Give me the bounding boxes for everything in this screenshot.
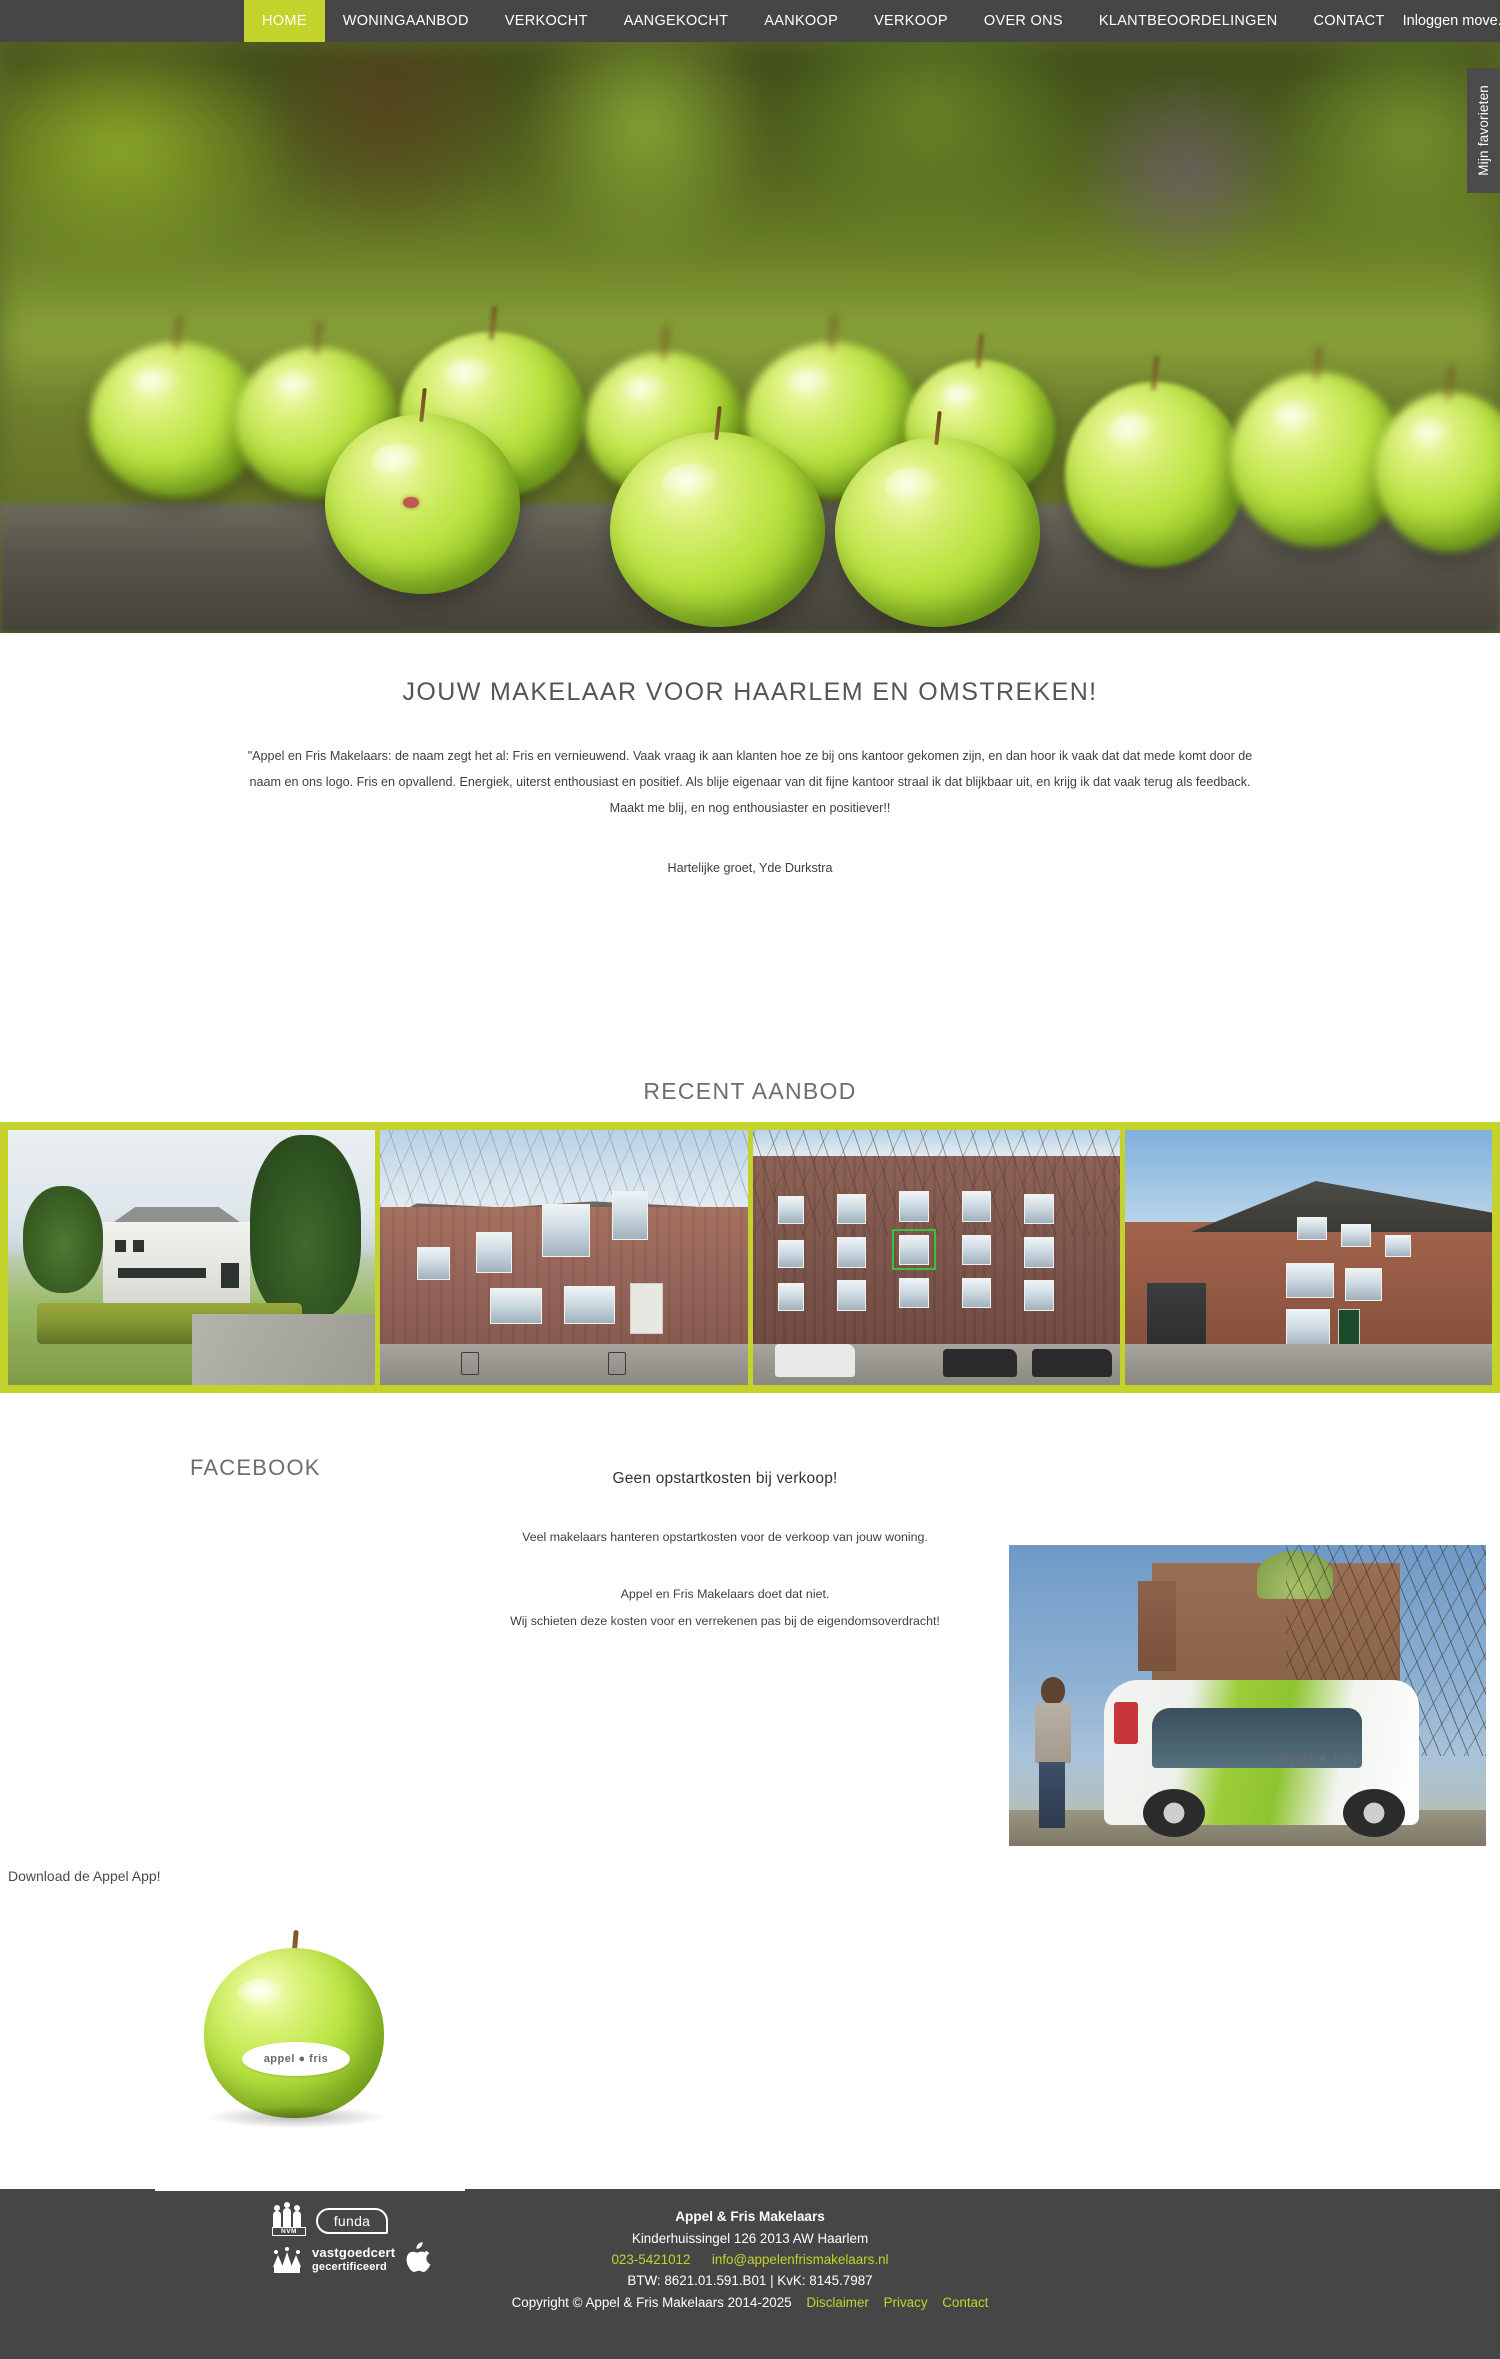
appel-app-image[interactable]: appel ● fris	[204, 1929, 384, 2128]
nav-item-over-ons[interactable]: OVER ONS	[966, 0, 1081, 42]
nav-item-aangekocht[interactable]: AANGEKOCHT	[606, 0, 747, 42]
hero-apple	[1065, 355, 1245, 567]
highlighted-unit-marker	[892, 1229, 937, 1271]
nav-item-woningaanbod[interactable]: WONINGAANBOD	[325, 0, 487, 42]
hero-apple-foreground	[835, 410, 1040, 627]
footer-copyright-text: Copyright © Appel & Fris Makelaars 2014-…	[511, 2295, 792, 2310]
my-favorites-tab[interactable]: Mijn favorieten	[1467, 68, 1500, 193]
hero-banner	[0, 42, 1500, 633]
download-app-label: Download de Appel App!	[8, 1868, 161, 1884]
footer-contact-row: 023-5421012 info@appelenfrismakelaars.nl	[0, 2252, 1500, 2267]
recent-aanbod-gallery	[0, 1122, 1500, 1393]
apple-sticker-text: appel ● fris	[263, 2053, 329, 2065]
nav-item-contact[interactable]: CONTACT	[1296, 0, 1403, 42]
footer-address: Kinderhuissingel 126 2013 AW Haarlem	[631, 2231, 869, 2246]
page-title: JOUW MAKELAAR VOOR HAARLEM EN OMSTREKEN!	[402, 678, 1098, 706]
property-card[interactable]	[752, 1130, 1120, 1385]
property-photo-townhouse	[380, 1130, 748, 1385]
nav-item-aankoop[interactable]: AANKOOP	[746, 0, 856, 42]
recent-aanbod-title: RECENT AANBOD	[643, 1078, 857, 1104]
apple-highlight	[238, 1978, 286, 2008]
promo-line-3: Wij schieten deze kosten voor en verreke…	[510, 1613, 940, 1628]
intro-signature: Hartelijke groet, Yde Durkstra	[667, 861, 833, 876]
intro-section: JOUW MAKELAAR VOOR HAARLEM EN OMSTREKEN!…	[0, 633, 1500, 875]
nav-menu: HOME WONINGAANBOD VERKOCHT AANGEKOCHT AA…	[244, 0, 1403, 42]
top-navigation-bar: HOME WONINGAANBOD VERKOCHT AANGEKOCHT AA…	[0, 0, 1500, 42]
promo-heading: Geen opstartkosten bij verkoop!	[612, 1470, 838, 1487]
footer-link-disclaimer[interactable]: Disclaimer	[806, 2295, 869, 2310]
footer-email-link[interactable]: info@appelenfrismakelaars.nl	[712, 2252, 889, 2267]
property-photo-corner-house	[1124, 1130, 1492, 1385]
nav-item-verkocht[interactable]: VERKOCHT	[487, 0, 606, 42]
property-card[interactable]	[380, 1130, 748, 1385]
footer-link-privacy[interactable]: Privacy	[884, 2295, 928, 2310]
property-card[interactable]	[8, 1130, 376, 1385]
hero-apple-foreground	[325, 387, 520, 594]
hero-apple-foreground	[610, 405, 825, 627]
promo-line-2: Appel en Fris Makelaars doet dat niet.	[620, 1586, 830, 1601]
promo-line-1: Veel makelaars hanteren opstartkosten vo…	[522, 1530, 928, 1544]
footer-notch	[155, 2161, 465, 2191]
apple-sticker: appel ● fris	[242, 2042, 350, 2076]
nav-item-home[interactable]: HOME	[244, 0, 325, 42]
intro-quote-text: "Appel en Fris Makelaars: de naam zegt h…	[247, 749, 1253, 815]
property-photo-villa	[8, 1130, 376, 1385]
property-card[interactable]	[1124, 1130, 1492, 1385]
apple-shadow	[208, 2106, 384, 2128]
apple-body	[204, 1948, 384, 2118]
nav-left-spacer	[0, 0, 244, 42]
footer-company-info: Appel & Fris Makelaars Kinderhuissingel …	[0, 2209, 1500, 2310]
footer-btw-kvk: BTW: 8621.01.591.B01 | KvK: 8145.7987	[627, 2273, 873, 2288]
nav-item-klantbeoordelingen[interactable]: KLANTBEOORDELINGEN	[1081, 0, 1296, 42]
footer-phone-link[interactable]: 023-5421012	[611, 2252, 690, 2267]
my-favorites-label: Mijn favorieten	[1476, 85, 1491, 176]
nav-item-verkoop[interactable]: VERKOOP	[856, 0, 966, 42]
promo-section: Geen opstartkosten bij verkoop! Veel mak…	[450, 1470, 1000, 1633]
company-car-photo[interactable]: appel ● fris	[1009, 1545, 1486, 1846]
property-photo-apartment	[752, 1130, 1120, 1385]
nav-right-group: Inloggen move.nl	[1403, 0, 1500, 42]
footer-link-contact[interactable]: Contact	[942, 2295, 988, 2310]
footer-company-name: Appel & Fris Makelaars	[675, 2209, 825, 2224]
footer-copyright-row: Copyright © Appel & Fris Makelaars 2014-…	[0, 2295, 1500, 2310]
page-footer: NVM funda vastgoedcert gecertificeerd Ap…	[0, 2161, 1500, 2359]
car-logo-text: appel ● fris	[1271, 1750, 1358, 1768]
login-move-nl-link[interactable]: Inloggen move.nl	[1403, 13, 1500, 29]
